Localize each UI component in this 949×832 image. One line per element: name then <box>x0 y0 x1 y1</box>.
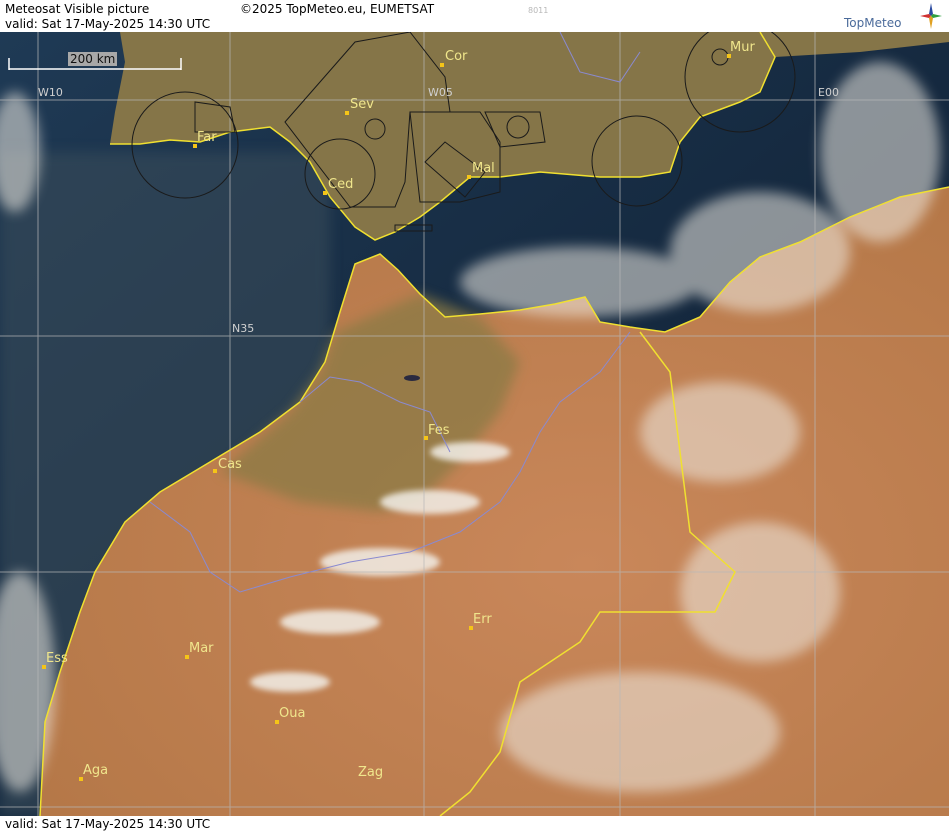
image-code: 8011 <box>528 6 549 15</box>
header-bar: Meteosat Visible picture ©2025 TopMeteo.… <box>0 0 949 32</box>
topmeteo-logo[interactable]: TopMeteo <box>844 3 944 31</box>
valid-time-top: valid: Sat 17-May-2025 14:30 UTC <box>5 17 211 31</box>
city-label: Mal <box>472 161 495 176</box>
grid-label-e00: E00 <box>818 86 839 99</box>
city-label: Fes <box>428 423 450 438</box>
city-dot <box>213 469 217 473</box>
city-label: Mar <box>189 641 214 656</box>
scale-label: 200 km <box>68 52 118 66</box>
city-label: Err <box>473 612 492 627</box>
city-dot <box>440 63 444 67</box>
grid-label-w10: W10 <box>38 86 63 99</box>
city-label: Cor <box>445 49 468 64</box>
compass-star-icon <box>920 3 942 29</box>
city-label: Zag <box>358 765 384 780</box>
grid-label-n35: N35 <box>232 322 255 335</box>
city-label: Ess <box>46 651 68 666</box>
city-label: Oua <box>279 706 306 721</box>
satellite-map[interactable]: 200 km W10 W05 E00 N35 Cor Mur Sev Far C… <box>0 32 949 816</box>
city-label: Ced <box>328 177 354 192</box>
city-label: Sev <box>350 97 374 112</box>
map-viewer: Meteosat Visible picture ©2025 TopMeteo.… <box>0 0 949 832</box>
footer-bar: valid: Sat 17-May-2025 14:30 UTC <box>0 816 949 832</box>
map-title: Meteosat Visible picture <box>5 2 150 16</box>
logo-text: TopMeteo <box>844 16 902 30</box>
city-dot <box>467 175 471 179</box>
city-dot <box>323 191 327 195</box>
copyright-text: ©2025 TopMeteo.eu, EUMETSAT <box>240 2 435 16</box>
grid-label-w05: W05 <box>428 86 453 99</box>
valid-time-bottom: valid: Sat 17-May-2025 14:30 UTC <box>5 817 211 831</box>
city-label: Far <box>197 130 217 145</box>
satellite-image <box>0 32 949 816</box>
city-label: Aga <box>83 763 109 778</box>
city-dot <box>345 111 349 115</box>
city-label: Cas <box>218 457 242 472</box>
city-label: Mur <box>730 40 755 55</box>
